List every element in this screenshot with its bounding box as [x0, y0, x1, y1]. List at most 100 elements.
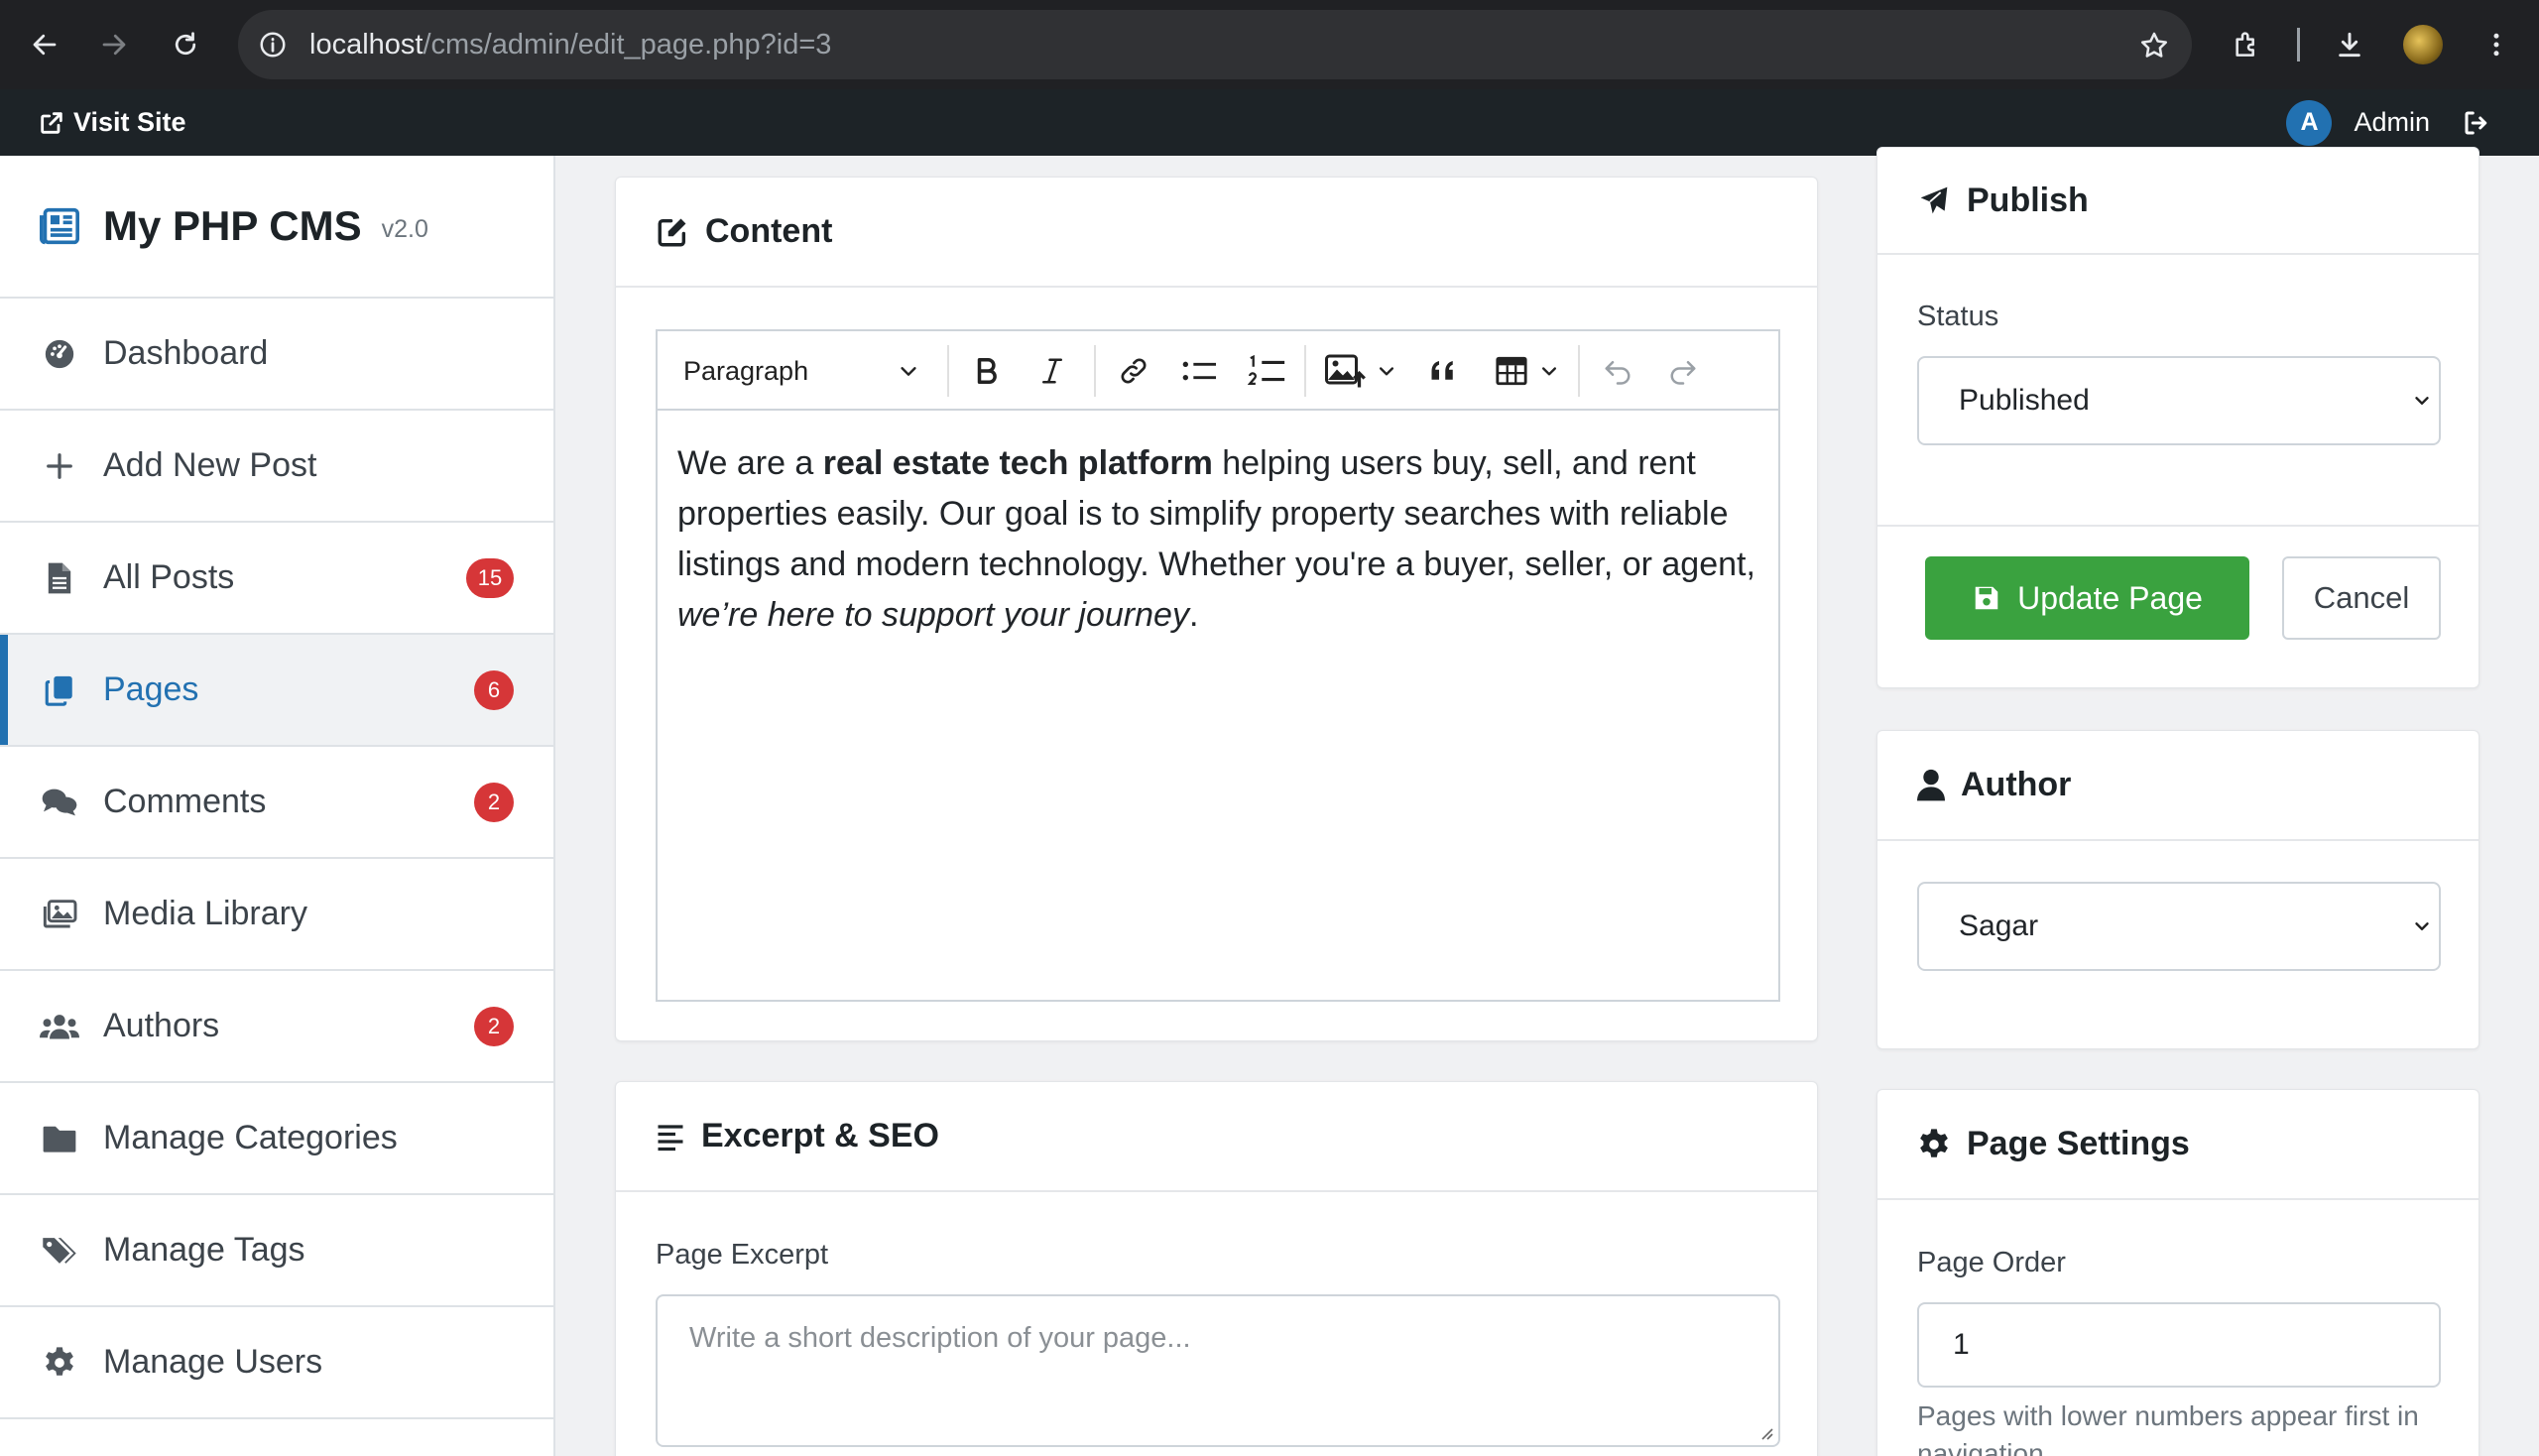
cancel-button[interactable]: Cancel [2282, 556, 2441, 640]
gear-icon [40, 1346, 79, 1380]
editor-toolbar: Paragraph [658, 331, 1778, 411]
insert-image-button[interactable] [1314, 331, 1407, 411]
author-card-title: Author [1961, 766, 2072, 803]
sidebar-item-label: Authors [103, 1007, 220, 1044]
brand-version: v2.0 [381, 214, 428, 243]
sidebar-item-label: Comments [103, 783, 267, 820]
bookmark-star-icon[interactable] [2138, 30, 2170, 61]
page-excerpt-label: Page Excerpt [656, 1239, 829, 1271]
chevron-down-icon [2415, 397, 2429, 405]
sidebar-item-label: Add New Post [103, 446, 317, 484]
insert-table-button[interactable] [1481, 331, 1572, 411]
external-link-icon [41, 111, 62, 134]
sidebar-item-add-new-post[interactable]: Add New Post [0, 411, 553, 523]
page-settings-card-header: Page Settings [1877, 1090, 2479, 1200]
browser-menu-icon[interactable] [2474, 22, 2519, 67]
author-select-value: Sagar [1959, 910, 2039, 942]
toolbar-separator [947, 345, 949, 397]
link-icon [1121, 358, 1147, 384]
editor-content-area[interactable]: We are a real estate tech platform helpi… [658, 411, 1778, 668]
reload-button[interactable] [163, 22, 208, 67]
edit-icon [658, 218, 686, 246]
publish-divider [1877, 525, 2479, 527]
tags-icon [40, 1235, 79, 1267]
redo-button[interactable] [1653, 331, 1713, 411]
sidebar-item-label: Manage Tags [103, 1231, 305, 1269]
italic-button[interactable] [1023, 331, 1082, 411]
sidebar-item-authors[interactable]: Authors 2 [0, 971, 553, 1083]
sidebar-item-media-library[interactable]: Media Library [0, 859, 553, 971]
cancel-label: Cancel [2313, 580, 2410, 615]
resize-handle-icon[interactable] [1756, 1423, 1774, 1441]
comments-icon [40, 787, 79, 818]
bold-icon [977, 358, 997, 384]
folder-icon [40, 1124, 79, 1153]
sidebar-item-manage-tags[interactable]: Manage Tags [0, 1195, 553, 1307]
page-settings-card-title: Page Settings [1967, 1125, 2190, 1162]
body-text: We are a [677, 444, 823, 482]
dashboard-icon [40, 337, 79, 371]
body-text: . [1188, 596, 1199, 634]
page-order-help-text: Pages with lower numbers appear first in… [1917, 1400, 2419, 1456]
brand[interactable]: My PHP CMS v2.0 [0, 156, 553, 299]
admin-username: Admin [2354, 107, 2430, 137]
plus-icon [40, 451, 79, 481]
download-icon[interactable] [2327, 22, 2372, 67]
forward-arrow-icon [102, 34, 126, 56]
status-select-value: Published [1959, 384, 2090, 417]
update-page-button[interactable]: Update Page [1925, 556, 2249, 640]
image-upload-icon [1325, 354, 1366, 388]
page-excerpt-textarea[interactable]: Write a short description of your page..… [656, 1294, 1780, 1447]
sidebar-item-pages[interactable]: Pages 6 [0, 635, 553, 747]
admin-top-bar: Visit Site A Admin [0, 89, 2539, 156]
profile-image [2403, 25, 2443, 64]
bulleted-list-icon [1182, 361, 1216, 381]
users-icon [40, 1012, 79, 1041]
status-select[interactable]: Published [1917, 356, 2441, 445]
back-button[interactable] [22, 22, 67, 67]
rich-text-editor: Paragraph We are a real estate tech plat… [656, 329, 1780, 1002]
paper-plane-icon [1920, 186, 1948, 214]
file-icon [40, 561, 79, 595]
forward-button[interactable] [91, 22, 137, 67]
gear-icon [1920, 1128, 1948, 1157]
toolbar-divider [2297, 28, 2300, 61]
numbered-list-icon [1248, 354, 1285, 385]
logout-icon[interactable] [2462, 108, 2491, 138]
toolbar-separator [1578, 345, 1580, 397]
status-label: Status [1917, 301, 1999, 332]
bold-button[interactable] [957, 331, 1017, 411]
chevron-down-icon [2415, 922, 2429, 930]
bulleted-list-button[interactable] [1169, 331, 1231, 411]
url-host: localhost [309, 29, 423, 61]
author-select[interactable]: Sagar [1917, 882, 2441, 971]
comments-count-badge: 2 [474, 783, 514, 822]
numbered-list-button[interactable] [1237, 331, 1298, 411]
sidebar-item-comments[interactable]: Comments 2 [0, 747, 553, 859]
sidebar-item-dashboard[interactable]: Dashboard [0, 299, 553, 411]
site-info-icon[interactable] [258, 30, 288, 60]
publish-card: Publish Status Published Update Page Can… [1876, 147, 2479, 688]
address-bar[interactable]: localhost/cms/admin/edit_page.php?id=3 [238, 10, 2192, 79]
block-format-dropdown[interactable]: Paragraph [658, 331, 945, 411]
sidebar-item-manage-categories[interactable]: Manage Categories [0, 1083, 553, 1195]
content-card-header: Content [616, 178, 1817, 288]
sidebar-item-label: Dashboard [103, 334, 269, 372]
italic-icon [1042, 358, 1062, 384]
profile-avatar[interactable] [2400, 22, 2446, 67]
sidebar-item-manage-users[interactable]: Manage Users [0, 1307, 553, 1419]
save-icon [1975, 586, 1998, 610]
page-order-input[interactable]: 1 [1917, 1302, 2441, 1388]
quote-icon [1431, 361, 1453, 380]
content-card-title: Content [705, 212, 833, 250]
excerpt-card-header: Excerpt & SEO [616, 1082, 1817, 1192]
link-button[interactable] [1104, 331, 1163, 411]
sidebar-item-all-posts[interactable]: All Posts 15 [0, 523, 553, 635]
brand-title: My PHP CMS [103, 202, 362, 249]
undo-button[interactable] [1588, 331, 1647, 411]
extensions-icon[interactable] [2224, 22, 2269, 67]
visit-site-link[interactable]: Visit Site [38, 89, 186, 156]
url-text: localhost/cms/admin/edit_page.php?id=3 [309, 10, 831, 79]
admin-user-menu[interactable]: A Admin [2286, 89, 2491, 156]
blockquote-button[interactable] [1413, 331, 1475, 411]
